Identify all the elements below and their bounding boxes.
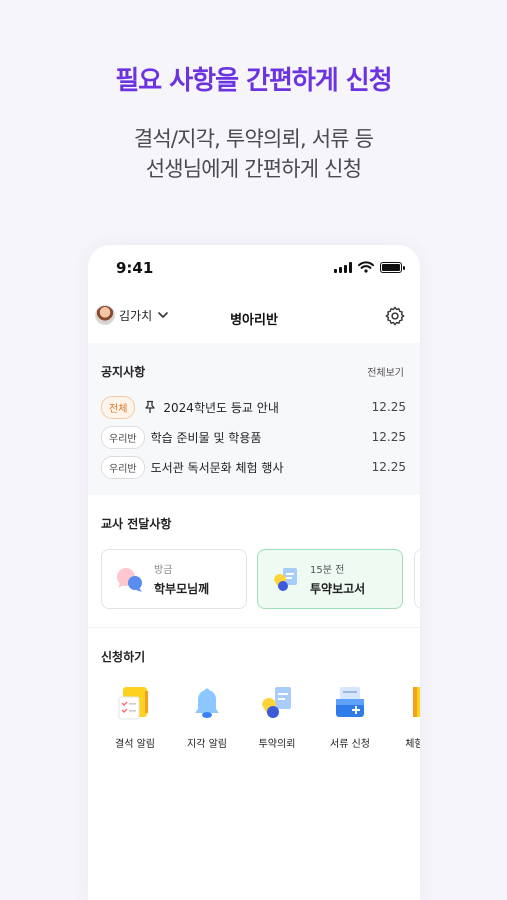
teacher-message-card[interactable] xyxy=(414,549,420,609)
promo-subline-1: 결석/지각, 투약의뢰, 서류 등 xyxy=(133,127,374,151)
teacher-message-card[interactable]: 15분 전 투약보고서 xyxy=(257,549,403,609)
apply-item-label: 지각 알림 xyxy=(187,739,227,750)
notice-item-title: 2024학년도 등교 안내 xyxy=(163,400,279,415)
bell-icon xyxy=(195,688,219,718)
section-divider xyxy=(88,627,420,628)
folder-icon xyxy=(413,687,420,717)
status-icons xyxy=(334,261,405,273)
notice-title: 공지사항 xyxy=(101,365,146,379)
medicine-icon xyxy=(262,687,291,718)
apply-item-label: 서류 신청 xyxy=(330,739,370,750)
notice-tag: 우리반 xyxy=(101,455,145,479)
class-title: 병아리반 xyxy=(230,313,278,328)
wifi-icon xyxy=(358,261,374,273)
apply-absence-button[interactable]: 결석 알림 xyxy=(100,683,170,750)
gear-icon[interactable] xyxy=(384,305,406,327)
apply-item-label: 체험학 xyxy=(405,739,420,750)
notice-row[interactable]: 우리반 도서관 독서문화 체험 행사 12.25 xyxy=(101,455,406,479)
message-title: 학부모님께 xyxy=(154,582,210,596)
message-time: 15분 전 xyxy=(310,565,345,576)
promo-headline: 필요 사항을 간편하게 신청 xyxy=(115,66,392,96)
message-time: 방금 xyxy=(154,565,173,576)
notice-item-date: 12.25 xyxy=(371,400,406,414)
apply-document-button[interactable]: 서류 신청 xyxy=(315,683,385,750)
battery-icon xyxy=(380,261,405,273)
phone-screen: 9:41 김가치 병아리반 공지사항 전체보기 전체 2024학년도 등교 안내… xyxy=(88,245,420,900)
notice-row[interactable]: 우리반 학습 준비물 및 학용품 12.25 xyxy=(101,425,406,449)
message-title: 투약보고서 xyxy=(310,582,366,596)
pin-icon xyxy=(145,400,156,413)
view-all-link[interactable]: 전체보기 xyxy=(367,364,404,379)
speech-bubbles-icon xyxy=(117,568,142,592)
notice-item-date: 12.25 xyxy=(371,460,406,474)
notice-section: 공지사항 전체보기 전체 2024학년도 등교 안내 12.25 우리반 학습 … xyxy=(88,343,420,495)
app-header: 김가치 병아리반 xyxy=(88,297,420,339)
document-tray-icon xyxy=(336,687,364,717)
apply-title: 신청하기 xyxy=(101,650,146,664)
apply-field-trip-button[interactable]: 체험학 xyxy=(384,683,420,750)
notice-tag: 우리반 xyxy=(101,425,145,449)
notice-item-title: 도서관 독서문화 체험 행사 xyxy=(150,460,284,475)
promo-subline-2: 선생님에게 간편하게 신청 xyxy=(145,157,362,181)
apply-late-button[interactable]: 지각 알림 xyxy=(172,683,242,750)
medicine-report-icon xyxy=(274,568,297,591)
apply-item-label: 결석 알림 xyxy=(115,739,155,750)
notice-tag: 전체 xyxy=(101,395,136,419)
teacher-message-card[interactable]: 방금 학부모님께 xyxy=(101,549,247,609)
checklist-icon xyxy=(118,687,148,720)
apply-item-label: 투약의뢰 xyxy=(258,739,296,750)
notice-item-title: 학습 준비물 및 학용품 xyxy=(150,430,262,445)
status-time: 9:41 xyxy=(116,259,154,277)
notice-row[interactable]: 전체 2024학년도 등교 안내 12.25 xyxy=(101,395,406,419)
teacher-messages-title: 교사 전달사항 xyxy=(101,517,172,531)
status-bar: 9:41 xyxy=(88,245,420,291)
notice-item-date: 12.25 xyxy=(371,430,406,444)
apply-medicine-button[interactable]: 투약의뢰 xyxy=(242,683,312,750)
cellular-signal-icon xyxy=(334,261,352,273)
